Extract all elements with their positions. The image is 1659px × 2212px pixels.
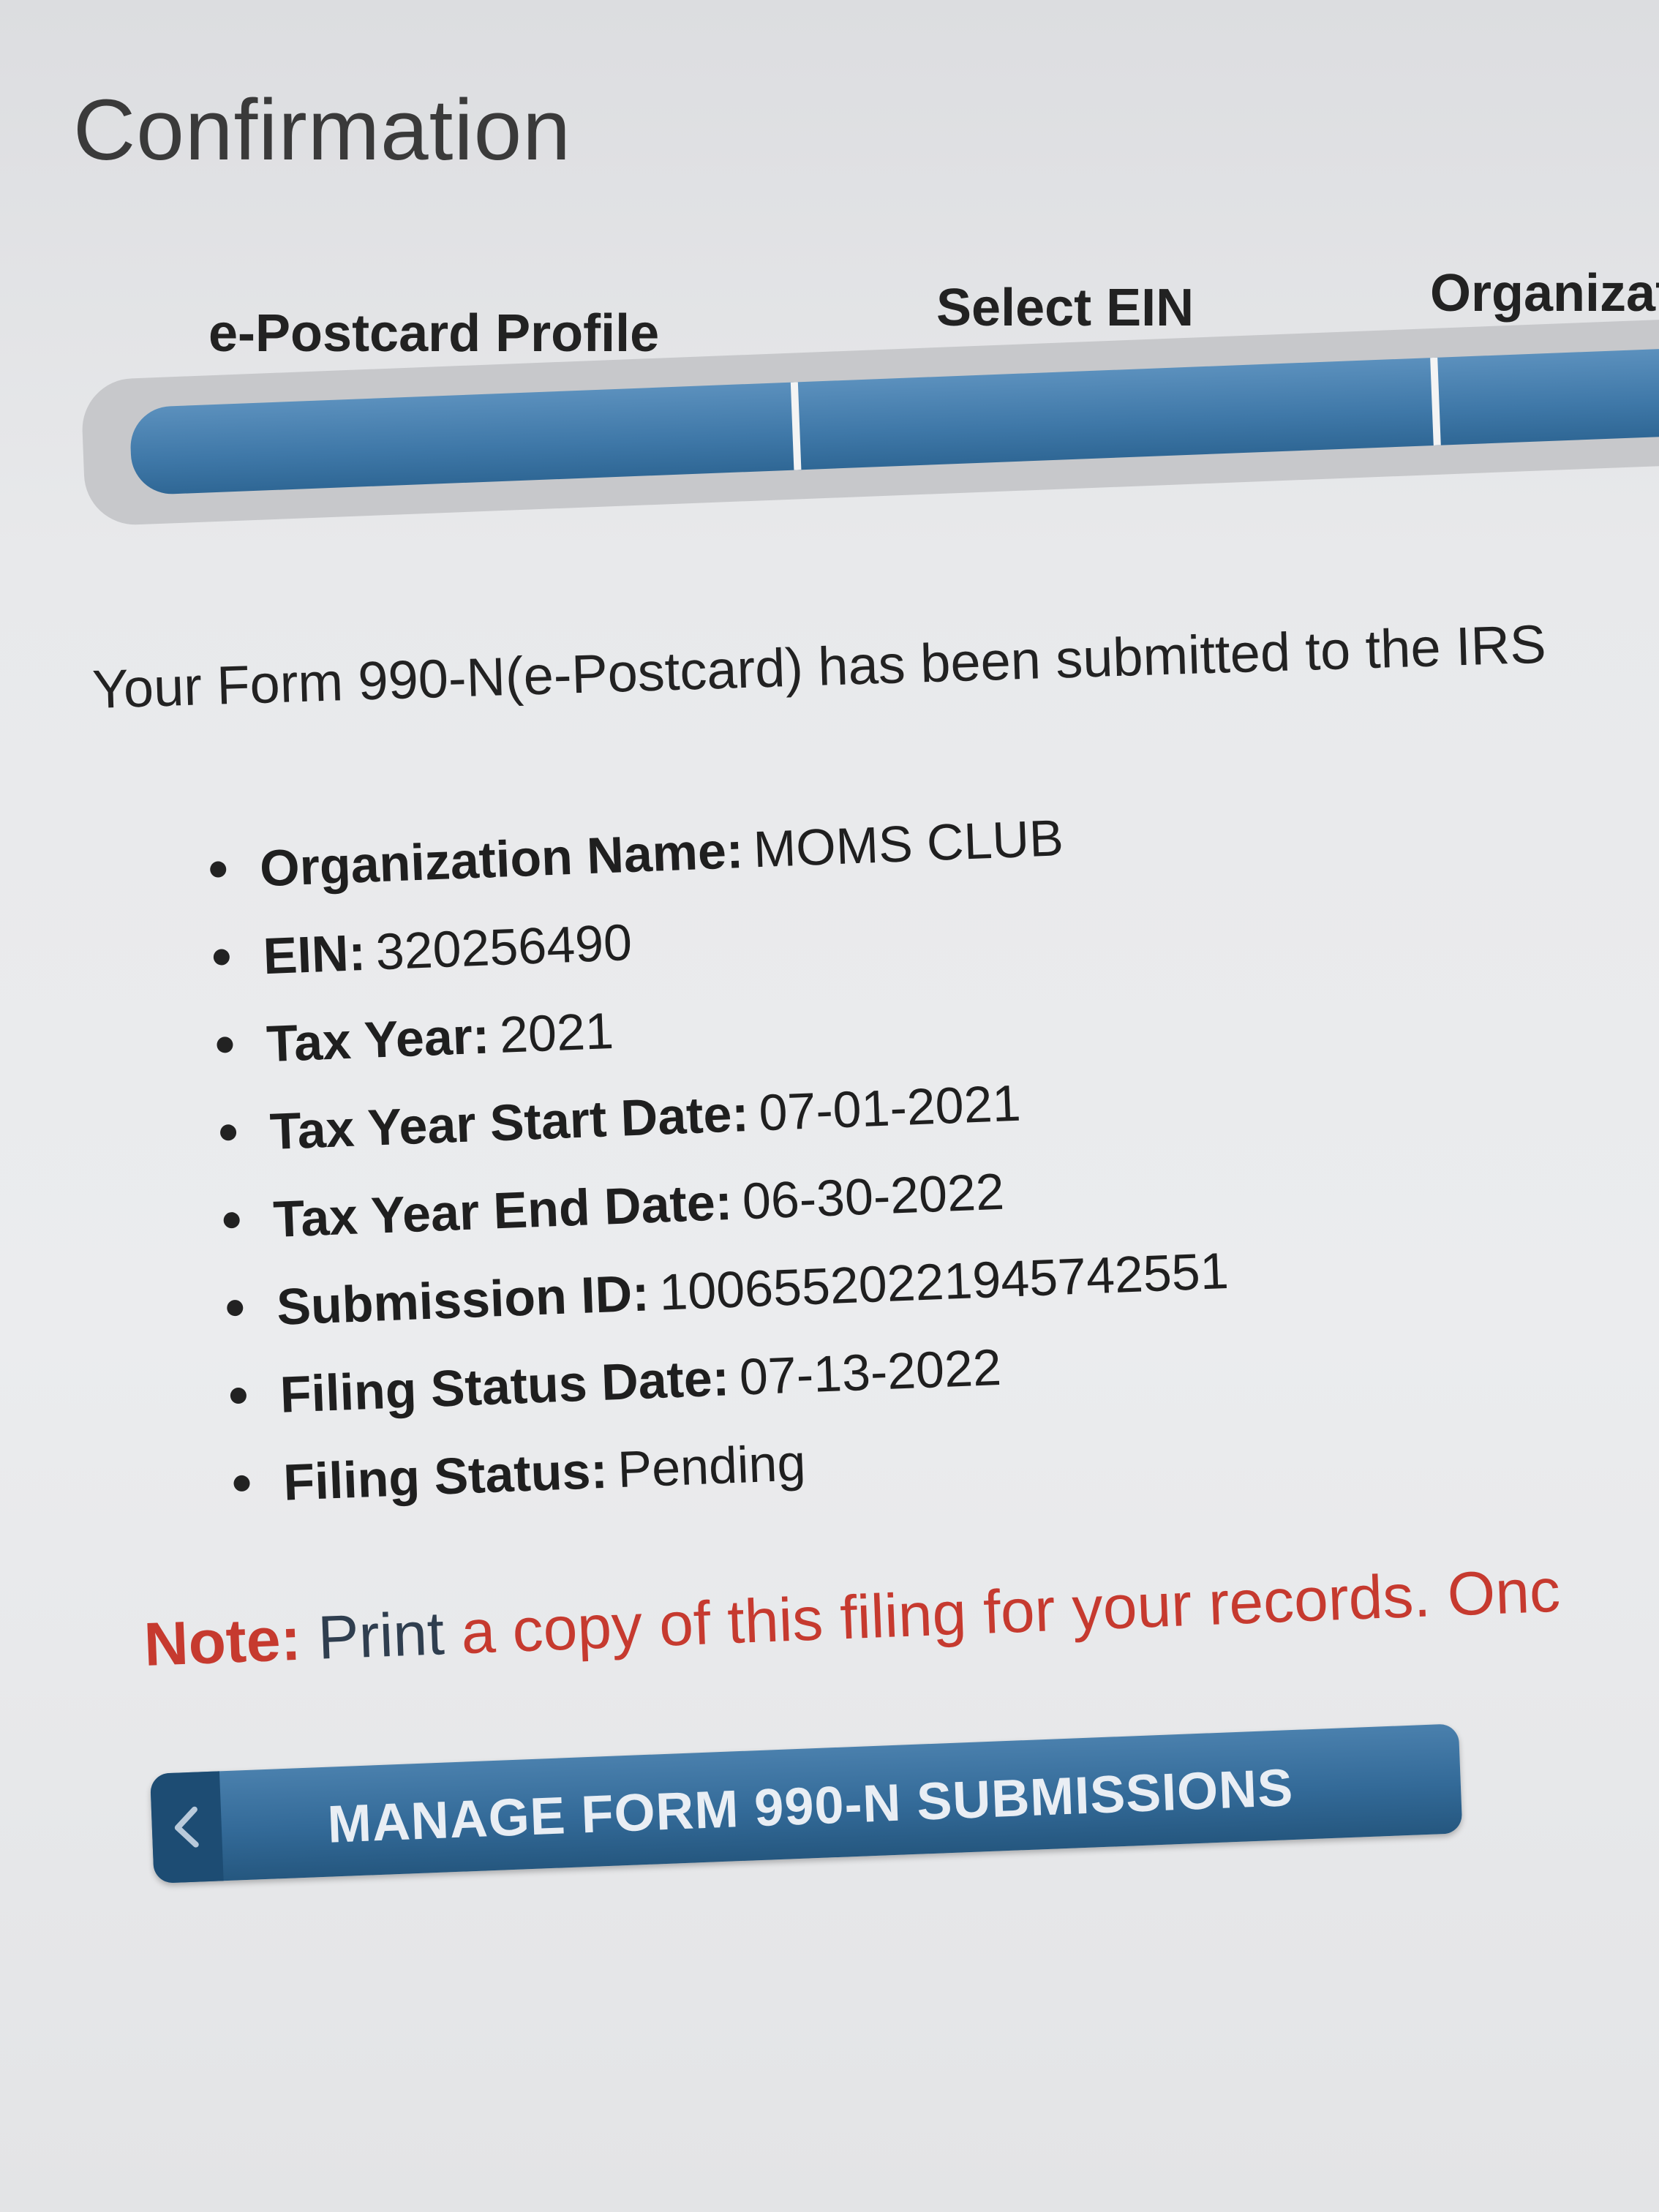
note-text: a copy of this filing for your records. … <box>443 1555 1562 1668</box>
detail-label: Tax Year: <box>265 1007 491 1073</box>
detail-label: Filing Status Date: <box>279 1349 731 1423</box>
bullet-icon <box>219 1124 237 1141</box>
confirmation-message: Your Form 990-N(e-Postcard) has been sub… <box>91 613 1547 720</box>
detail-value: 06-30-2022 <box>741 1162 1006 1230</box>
progress-divider <box>1430 357 1441 446</box>
page-title: Confirmation <box>73 82 571 178</box>
detail-value: MOMS CLUB <box>752 809 1065 879</box>
filing-details-list: Organization Name: MOMS CLUB EIN: 32025649… <box>208 773 1624 1528</box>
print-note: Note: Print a copy of this filing for yo… <box>143 1555 1562 1680</box>
detail-value: 320256490 <box>375 913 633 981</box>
bullet-icon <box>230 1387 247 1404</box>
bullet-icon <box>226 1299 244 1317</box>
note-label: Note: <box>143 1603 303 1679</box>
manage-submissions-label: MANAGE FORM 990-N SUBMISSIONS <box>326 1758 1295 1854</box>
bullet-icon <box>209 861 227 878</box>
bullet-icon <box>223 1211 241 1229</box>
progress-divider <box>790 382 802 470</box>
detail-value: Pending <box>616 1434 807 1499</box>
note-print-word: Print <box>316 1598 446 1672</box>
wizard-progress: e-Postcard Profile Select EIN Organizat <box>80 263 1659 556</box>
detail-label: Tax Year End Date: <box>272 1173 734 1248</box>
bullet-icon <box>217 1036 233 1053</box>
wizard-step-select-ein: Select EIN <box>936 279 1195 337</box>
manage-submissions-button[interactable]: MANAGE FORM 990-N SUBMISSIONS <box>150 1723 1463 1884</box>
detail-value: 07-13-2022 <box>738 1338 1003 1406</box>
wizard-step-organization: Organizat <box>1430 264 1659 323</box>
chevron-left-icon <box>150 1771 224 1884</box>
detail-value: 2021 <box>498 1001 615 1064</box>
detail-value: 10065520221945742551 <box>658 1241 1230 1321</box>
detail-label: EIN: <box>262 923 367 985</box>
detail-label: Tax Year Start Date: <box>268 1084 750 1161</box>
bullet-icon <box>233 1475 250 1492</box>
progress-fill <box>129 345 1659 496</box>
detail-label: Filing Status: <box>282 1441 609 1511</box>
detail-label: Submission ID: <box>275 1264 650 1336</box>
wizard-step-epostcard-profile: e-Postcard Profile <box>208 304 660 363</box>
detail-label: Organization Name: <box>258 821 745 898</box>
bullet-icon <box>213 949 230 966</box>
confirmation-page: Confirmation e-Postcard Profile Select E… <box>0 0 1659 2212</box>
detail-value: 07-01-2021 <box>758 1074 1022 1142</box>
